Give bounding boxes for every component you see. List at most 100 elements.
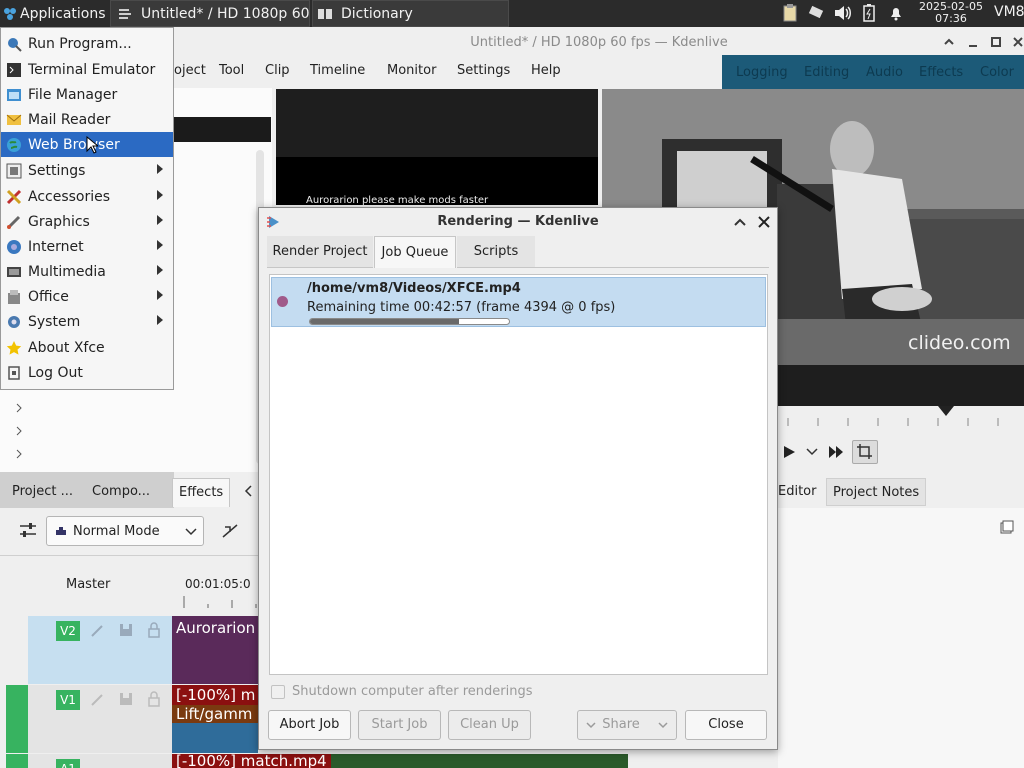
taskbar-item-kdenlive[interactable]: Untitled* / HD 1080p 60... [110, 0, 310, 27]
abort-job-button[interactable]: Abort Job [268, 710, 351, 740]
track-name-a1[interactable]: A1 [56, 759, 80, 768]
tab-scroll-left-icon[interactable] [244, 484, 254, 498]
network-icon[interactable] [808, 5, 826, 21]
track-lock-icon[interactable] [146, 691, 162, 707]
track-hide-icon[interactable] [118, 622, 134, 638]
menu-clip[interactable]: Clip [265, 63, 290, 78]
workspace-editing[interactable]: Editing [804, 65, 849, 80]
system-icon [6, 314, 22, 330]
tree-expand-icon[interactable] [15, 402, 23, 414]
track-header-v1[interactable]: V1 [28, 685, 172, 753]
track-effect-icon[interactable] [90, 622, 106, 638]
timeline-settings-icon[interactable] [18, 520, 38, 540]
workspace-audio[interactable]: Audio [866, 65, 903, 80]
dialog-close-icon[interactable] [757, 215, 771, 229]
applications-menu-button[interactable]: Applications ⁝ [0, 0, 108, 27]
job-status-text: Remaining time 00:42:57 (frame 4394 @ 0 … [307, 300, 616, 315]
track-target-v1[interactable] [6, 685, 28, 753]
menu-item-accessories[interactable]: Accessories [1, 184, 173, 209]
maximize-icon[interactable] [989, 35, 1003, 49]
tab-effects[interactable]: Effects [172, 478, 231, 507]
menu-item-about-xfce[interactable]: About Xfce [1, 335, 173, 360]
start-job-button[interactable]: Start Job [358, 710, 441, 740]
track-name-v1[interactable]: V1 [56, 690, 80, 710]
menu-timeline[interactable]: Timeline [310, 63, 365, 78]
menu-settings[interactable]: Settings [457, 63, 510, 78]
job-row[interactable]: /home/vm8/Videos/XFCE.mp4 Remaining time… [271, 277, 766, 327]
play-icon[interactable] [782, 445, 796, 459]
clip-v2[interactable]: Aurorarion [172, 616, 258, 684]
tab-project[interactable]: Project ... [6, 478, 79, 506]
menu-item-system[interactable]: System [1, 309, 173, 334]
job-status-dot-icon [277, 296, 288, 307]
close-window-icon[interactable] [1011, 35, 1024, 49]
clean-up-button[interactable]: Clean Up [448, 710, 531, 740]
clipboard-icon[interactable] [782, 4, 798, 22]
tab-project-notes[interactable]: Project Notes [826, 478, 927, 506]
track-header-a1[interactable]: A1 [28, 754, 172, 768]
menu-item-file-manager[interactable]: File Manager [1, 82, 173, 107]
fast-forward-icon[interactable] [828, 445, 844, 459]
snap-icon[interactable] [220, 522, 240, 540]
menu-tool[interactable]: Tool [219, 63, 244, 78]
menu-item-terminal[interactable]: Terminal Emulator [1, 57, 173, 82]
menu-item-label: Accessories [28, 188, 111, 205]
track-name-v2[interactable]: V2 [56, 621, 80, 641]
menu-item-label: File Manager [28, 86, 118, 103]
mail-icon [6, 112, 22, 128]
monitor-ruler[interactable] [778, 406, 1024, 426]
tree-expand-icon[interactable] [15, 448, 23, 460]
battery-icon[interactable] [862, 4, 876, 22]
taskbar-item-label: Untitled* / HD 1080p 60... [141, 5, 310, 22]
workspace-color[interactable]: Color [980, 65, 1014, 80]
star-icon [6, 340, 22, 356]
log-out-icon [6, 365, 22, 381]
project-notes-panel[interactable] [778, 508, 1024, 768]
close-button[interactable]: Close [685, 710, 767, 740]
clip-v1[interactable]: [-100%] m Lift/gamm [172, 685, 258, 753]
menu-item-office[interactable]: Office [1, 284, 173, 309]
track-target-a1[interactable] [6, 754, 28, 768]
menu-item-internet[interactable]: Internet [1, 234, 173, 259]
menu-item-mail-reader[interactable]: Mail Reader [1, 107, 173, 132]
timeline-ruler[interactable] [172, 592, 258, 608]
tab-editor[interactable]: Editor [772, 478, 822, 506]
job-queue-list[interactable]: /home/vm8/Videos/XFCE.mp4 Remaining time… [269, 274, 768, 675]
dialog-keep-above-icon[interactable] [733, 216, 747, 228]
notifications-icon[interactable] [888, 5, 904, 21]
tree-expand-icon[interactable] [15, 425, 23, 437]
track-hide-icon[interactable] [118, 691, 134, 707]
volume-icon[interactable] [834, 5, 852, 21]
tab-render-project[interactable]: Render Project [267, 236, 373, 268]
track-header-v2[interactable]: V2 [28, 616, 172, 684]
tab-compositions[interactable]: Compo... [86, 478, 156, 506]
taskbar-item-dictionary[interactable]: Dictionary [312, 0, 509, 27]
menu-item-run-program[interactable]: Run Program... [1, 31, 173, 56]
edit-mode-select[interactable]: Normal Mode [46, 516, 204, 546]
clip-a1[interactable]: [-100%] match.mp4 [172, 754, 628, 768]
menu-item-settings[interactable]: Settings [1, 158, 173, 183]
track-effect-icon[interactable] [90, 691, 106, 707]
menu-item-multimedia[interactable]: Multimedia [1, 259, 173, 284]
menu-item-log-out[interactable]: Log Out [1, 360, 173, 385]
play-menu-chevron-icon[interactable] [806, 447, 818, 457]
timecode-label: 00:01:05:0 [185, 577, 251, 591]
menu-project[interactable]: oject [174, 63, 206, 78]
keep-above-icon[interactable] [942, 35, 956, 49]
share-button[interactable]: Share [577, 710, 677, 740]
tab-scripts[interactable]: Scripts [457, 236, 535, 268]
clock[interactable]: 2025-02-05 07:36 [914, 1, 988, 25]
menu-item-graphics[interactable]: Graphics [1, 209, 173, 234]
workspace-effects[interactable]: Effects [919, 65, 963, 80]
submenu-arrow-icon [157, 164, 163, 174]
panel-float-icon[interactable] [1000, 520, 1014, 534]
crop-icon[interactable] [852, 440, 878, 464]
minimize-icon[interactable] [966, 35, 980, 49]
track-lock-icon[interactable] [146, 622, 162, 638]
menu-help[interactable]: Help [531, 63, 561, 78]
menu-monitor[interactable]: Monitor [387, 63, 436, 78]
user-label[interactable]: VM8 [994, 4, 1024, 20]
workspace-logging[interactable]: Logging [736, 65, 788, 80]
tab-job-queue[interactable]: Job Queue [374, 236, 456, 268]
shutdown-checkbox[interactable] [271, 685, 285, 699]
